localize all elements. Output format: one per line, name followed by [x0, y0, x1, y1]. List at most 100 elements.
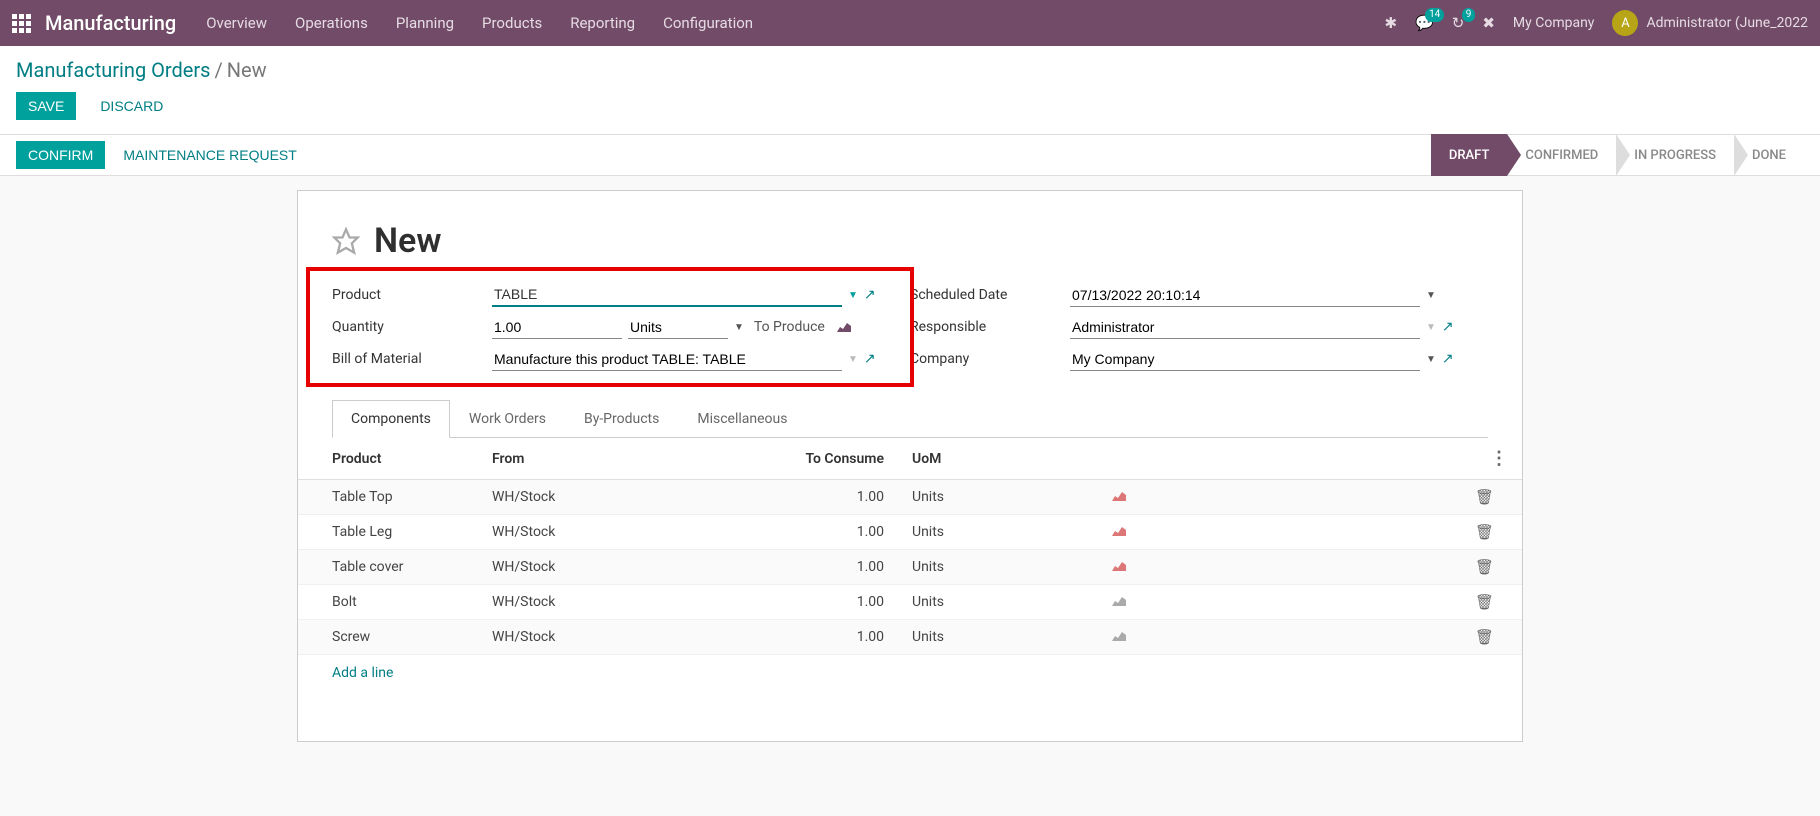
product-dropdown-icon[interactable]: ▼ — [848, 290, 858, 301]
table-row[interactable]: BoltWH/Stock1.00Units 🗑 — [298, 585, 1522, 620]
forecast-icon[interactable] — [837, 318, 851, 336]
bom-input[interactable] — [492, 348, 842, 371]
favorite-star-icon[interactable] — [332, 227, 360, 255]
messages-icon[interactable]: 💬14 — [1415, 14, 1434, 32]
uom-dropdown-icon[interactable]: ▼ — [734, 322, 744, 333]
cell-from[interactable]: WH/Stock — [478, 620, 758, 655]
responsible-input[interactable] — [1070, 316, 1420, 339]
col-product[interactable]: Product — [298, 438, 478, 480]
tools-icon[interactable]: ✖ — [1482, 14, 1495, 32]
scheduled-dropdown-icon[interactable]: ▼ — [1426, 290, 1436, 301]
company-input[interactable] — [1070, 348, 1420, 371]
forecast-row-icon[interactable] — [1112, 630, 1126, 645]
col-from[interactable]: From — [478, 438, 758, 480]
cell-product[interactable]: Table Leg — [298, 515, 478, 550]
tab-components[interactable]: Components — [332, 400, 450, 438]
cell-uom[interactable]: Units — [898, 585, 1098, 620]
delete-row-icon[interactable]: 🗑 — [1475, 488, 1494, 506]
components-table: Product From To Consume UoM ⋮ Table TopW… — [298, 438, 1522, 655]
cell-qty[interactable]: 1.00 — [758, 480, 898, 515]
cell-product[interactable]: Table Top — [298, 480, 478, 515]
apps-icon[interactable] — [12, 14, 31, 33]
page-title: New — [374, 221, 441, 261]
cell-uom[interactable]: Units — [898, 515, 1098, 550]
status-draft[interactable]: DRAFT — [1431, 134, 1508, 176]
nav-configuration[interactable]: Configuration — [663, 14, 753, 32]
forecast-row-icon[interactable] — [1112, 525, 1126, 540]
nav-products[interactable]: Products — [482, 14, 542, 32]
status-in-progress[interactable]: IN PROGRESS — [1616, 134, 1734, 176]
topbar-right: ✱ 💬14 ↻9 ✖ My Company A Administrator (J… — [1384, 10, 1808, 36]
maintenance-request-button[interactable]: MAINTENANCE REQUEST — [111, 141, 308, 169]
nav-reporting[interactable]: Reporting — [570, 14, 635, 32]
forecast-row-icon[interactable] — [1112, 490, 1126, 505]
nav-operations[interactable]: Operations — [295, 14, 368, 32]
user-name[interactable]: Administrator (June_2022 — [1646, 15, 1808, 31]
forecast-row-icon[interactable] — [1112, 560, 1126, 575]
cell-from[interactable]: WH/Stock — [478, 585, 758, 620]
table-row[interactable]: Table TopWH/Stock1.00Units 🗑 — [298, 480, 1522, 515]
cell-from[interactable]: WH/Stock — [478, 550, 758, 585]
discard-button[interactable]: DISCARD — [88, 92, 175, 120]
to-produce-label: To Produce — [754, 319, 825, 335]
save-button[interactable]: SAVE — [16, 92, 76, 120]
scheduled-date-input[interactable] — [1070, 284, 1420, 307]
table-row[interactable]: Table LegWH/Stock1.00Units 🗑 — [298, 515, 1522, 550]
tabs: Components Work Orders By-Products Misce… — [332, 399, 1488, 438]
company-selector[interactable]: My Company — [1513, 15, 1595, 31]
cell-from[interactable]: WH/Stock — [478, 515, 758, 550]
cell-product[interactable]: Table cover — [298, 550, 478, 585]
tab-by-products[interactable]: By-Products — [565, 400, 678, 438]
breadcrumb-parent[interactable]: Manufacturing Orders — [16, 58, 211, 82]
responsible-external-link-icon[interactable]: ↗ — [1442, 319, 1454, 335]
responsible-dropdown-icon[interactable]: ▼ — [1426, 322, 1436, 333]
cell-uom[interactable]: Units — [898, 480, 1098, 515]
topnav: Overview Operations Planning Products Re… — [206, 14, 1384, 32]
bom-label: Bill of Material — [332, 351, 492, 367]
delete-row-icon[interactable]: 🗑 — [1475, 593, 1494, 611]
bug-icon[interactable]: ✱ — [1384, 14, 1397, 32]
columns-menu-icon[interactable]: ⋮ — [1490, 448, 1508, 469]
company-external-link-icon[interactable]: ↗ — [1442, 351, 1454, 367]
cell-uom[interactable]: Units — [898, 620, 1098, 655]
product-label: Product — [332, 287, 492, 303]
tab-work-orders[interactable]: Work Orders — [450, 400, 565, 438]
avatar[interactable]: A — [1612, 10, 1638, 36]
tab-miscellaneous[interactable]: Miscellaneous — [678, 400, 806, 438]
table-row[interactable]: Table coverWH/Stock1.00Units 🗑 — [298, 550, 1522, 585]
quantity-input[interactable] — [492, 316, 622, 339]
col-to-consume[interactable]: To Consume — [758, 438, 898, 480]
company-dropdown-icon[interactable]: ▼ — [1426, 354, 1436, 365]
product-input[interactable] — [492, 283, 842, 307]
forecast-row-icon[interactable] — [1112, 595, 1126, 610]
cell-qty[interactable]: 1.00 — [758, 585, 898, 620]
cell-from[interactable]: WH/Stock — [478, 480, 758, 515]
cell-product[interactable]: Bolt — [298, 585, 478, 620]
quantity-uom-input[interactable] — [628, 316, 728, 339]
delete-row-icon[interactable]: 🗑 — [1475, 628, 1494, 646]
add-a-line[interactable]: Add a line — [298, 655, 1522, 691]
delete-row-icon[interactable]: 🗑 — [1475, 523, 1494, 541]
product-external-link-icon[interactable]: ↗ — [864, 287, 876, 303]
cell-qty[interactable]: 1.00 — [758, 620, 898, 655]
nav-planning[interactable]: Planning — [396, 14, 454, 32]
bom-external-link-icon[interactable]: ↗ — [864, 351, 876, 367]
col-uom[interactable]: UoM — [898, 438, 1098, 480]
statusbar: CONFIRM MAINTENANCE REQUEST DRAFT CONFIR… — [0, 134, 1820, 176]
delete-row-icon[interactable]: 🗑 — [1475, 558, 1494, 576]
nav-overview[interactable]: Overview — [206, 14, 267, 32]
confirm-button[interactable]: CONFIRM — [16, 141, 105, 169]
activities-icon[interactable]: ↻9 — [1452, 14, 1465, 32]
cell-qty[interactable]: 1.00 — [758, 515, 898, 550]
scheduled-date-label: Scheduled Date — [910, 287, 1070, 303]
cell-product[interactable]: Screw — [298, 620, 478, 655]
messages-badge: 14 — [1425, 8, 1444, 22]
brand[interactable]: Manufacturing — [45, 11, 176, 35]
table-row[interactable]: ScrewWH/Stock1.00Units 🗑 — [298, 620, 1522, 655]
breadcrumb-bar: Manufacturing Orders/New SAVE DISCARD — [0, 46, 1820, 134]
status-confirmed[interactable]: CONFIRMED — [1507, 134, 1616, 176]
cell-uom[interactable]: Units — [898, 550, 1098, 585]
cell-qty[interactable]: 1.00 — [758, 550, 898, 585]
bom-dropdown-icon[interactable]: ▼ — [848, 354, 858, 365]
form-sheet: New Product ▼ ↗ Quantity — [297, 190, 1523, 742]
